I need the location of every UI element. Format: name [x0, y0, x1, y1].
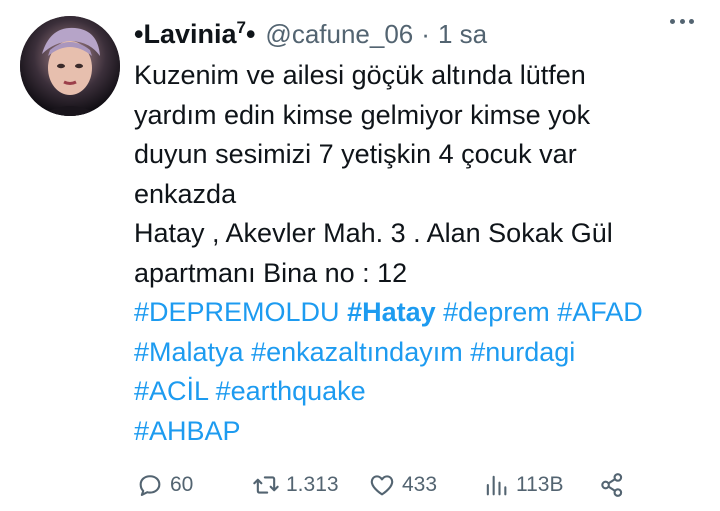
display-name-superscript: 7	[236, 18, 246, 37]
tweet-text-line: duyun sesimizi 7 yetişkin 4 çocuk var	[134, 139, 577, 169]
views-button[interactable]: 113B	[482, 471, 564, 499]
tweet-time[interactable]: 1 sa	[438, 19, 487, 50]
tweet-text-line: yardım edin kimse gelmiyor kimse yok	[134, 99, 591, 130]
tweet-text-line: apartmanı Bina no : 12	[134, 257, 408, 288]
hashtag-line: #Malatya #enkazaltındayım #nurdagi	[134, 333, 704, 373]
avatar[interactable]	[20, 16, 120, 116]
hashtag-depremoldu[interactable]: #DEPREMOLDU	[134, 297, 340, 327]
reply-count: 60	[170, 473, 194, 496]
retweet-count: 1.313	[286, 473, 339, 496]
hashtag-afad[interactable]: #AFAD	[557, 297, 643, 327]
tweet-text-line: Kuzenim ve ailesi göçük altında lütfen	[134, 60, 586, 90]
tweet-text-line: enkazda	[134, 178, 237, 209]
views-count: 113B	[516, 473, 564, 496]
hashtag-malatya[interactable]: #Malatya	[134, 337, 244, 367]
hashtag-hatay[interactable]: #Hatay	[347, 297, 436, 327]
user-handle[interactable]: @cafune_06	[265, 19, 413, 50]
hashtag-line: #ACİL #earthquake	[134, 372, 704, 412]
like-icon	[370, 475, 394, 496]
hashtag-nurdagi[interactable]: #nurdagi	[470, 337, 575, 367]
hashtag-enkazaltindayim[interactable]: #enkazaltındayım	[251, 337, 463, 367]
share-icon	[601, 473, 623, 497]
retweet-icon	[253, 476, 279, 494]
tweet-actions: 60 1.313 433 113B	[136, 468, 680, 502]
tweet-text-line: Hatay , Akevler Mah. 3 . Alan Sokak Gül	[134, 218, 613, 248]
hashtag-line: #DEPREMOLDU #Hatay #deprem #AFAD	[134, 293, 704, 333]
hashtag-deprem[interactable]: #deprem	[443, 297, 550, 327]
tweet-header: •Lavinia7• @cafune_06 · 1 sa	[134, 14, 700, 54]
avatar-portrait-icon	[20, 16, 120, 116]
hashtag-acil[interactable]: #ACİL	[134, 376, 208, 406]
retweet-button[interactable]: 1.313	[252, 471, 339, 499]
reply-button[interactable]: 60	[136, 471, 193, 499]
hashtag-earthquake[interactable]: #earthquake	[216, 376, 366, 406]
tweet-text: Kuzenim ve ailesi göçük altında lütfen y…	[134, 56, 704, 451]
more-icon[interactable]	[670, 10, 694, 32]
views-icon	[486, 475, 507, 496]
reply-icon	[139, 475, 161, 496]
like-button[interactable]: 433	[368, 471, 437, 499]
separator-dot: ·	[421, 18, 430, 49]
hashtag-ahbap[interactable]: #AHBAP	[134, 416, 241, 446]
share-button[interactable]	[598, 471, 626, 499]
display-name[interactable]: •Lavinia7•	[134, 18, 255, 50]
display-name-suffix: •	[245, 19, 256, 49]
hashtag-line: #AHBAP	[134, 412, 704, 452]
like-count: 433	[402, 473, 438, 496]
